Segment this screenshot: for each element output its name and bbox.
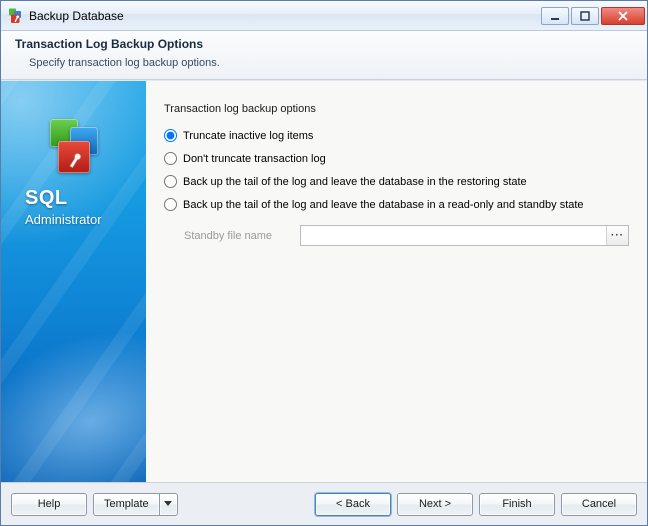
option-label: Don't truncate transaction log bbox=[183, 153, 326, 165]
window-buttons bbox=[541, 7, 645, 25]
option-label: Back up the tail of the log and leave th… bbox=[183, 199, 584, 211]
option-truncate-inactive-radio[interactable] bbox=[164, 129, 177, 142]
standby-file-row: Standby file name ··· bbox=[184, 225, 629, 246]
option-label: Back up the tail of the log and leave th… bbox=[183, 176, 527, 188]
standby-file-field: ··· bbox=[300, 225, 629, 246]
sidebar: SQL Administrator bbox=[1, 81, 146, 482]
content-area: Transaction log backup options Truncate … bbox=[146, 81, 647, 482]
backup-database-dialog: Backup Database Transaction Log Backup O… bbox=[0, 0, 648, 526]
finish-button[interactable]: Finish bbox=[479, 493, 555, 516]
next-button[interactable]: Next > bbox=[397, 493, 473, 516]
template-button[interactable]: Template bbox=[93, 493, 160, 516]
body: SQL Administrator Transaction log backup… bbox=[1, 80, 647, 483]
option-tail-standby-radio[interactable] bbox=[164, 198, 177, 211]
close-button[interactable] bbox=[601, 7, 645, 25]
cancel-button[interactable]: Cancel bbox=[561, 493, 637, 516]
option-tail-restoring[interactable]: Back up the tail of the log and leave th… bbox=[164, 175, 629, 188]
chevron-down-icon bbox=[164, 501, 172, 507]
option-tail-restoring-radio[interactable] bbox=[164, 175, 177, 188]
option-label: Truncate inactive log items bbox=[183, 130, 313, 142]
header: Transaction Log Backup Options Specify t… bbox=[1, 31, 647, 80]
option-dont-truncate-radio[interactable] bbox=[164, 152, 177, 165]
help-button[interactable]: Help bbox=[11, 493, 87, 516]
maximize-button[interactable] bbox=[571, 7, 599, 25]
back-button[interactable]: < Back bbox=[315, 493, 391, 516]
option-tail-standby[interactable]: Back up the tail of the log and leave th… bbox=[164, 198, 629, 211]
product-logo-icon bbox=[44, 117, 104, 177]
app-icon bbox=[7, 8, 23, 24]
brand-block: SQL Administrator bbox=[1, 117, 146, 227]
title-bar: Backup Database bbox=[1, 1, 647, 31]
browse-button[interactable]: ··· bbox=[606, 226, 628, 245]
brand-line2: Administrator bbox=[25, 212, 146, 227]
page-subtitle: Specify transaction log backup options. bbox=[15, 57, 633, 69]
template-split-button: Template bbox=[93, 493, 178, 516]
footer: Help Template < Back Next > Finish Cance… bbox=[1, 483, 647, 525]
option-truncate-inactive[interactable]: Truncate inactive log items bbox=[164, 129, 629, 142]
brand-line1: SQL bbox=[25, 187, 146, 210]
template-dropdown-button[interactable] bbox=[160, 493, 178, 516]
minimize-button[interactable] bbox=[541, 7, 569, 25]
page-title: Transaction Log Backup Options bbox=[15, 37, 633, 51]
standby-file-label: Standby file name bbox=[184, 230, 300, 242]
standby-file-input[interactable] bbox=[301, 226, 606, 245]
group-label: Transaction log backup options bbox=[164, 103, 629, 115]
window-title: Backup Database bbox=[29, 9, 541, 23]
option-dont-truncate[interactable]: Don't truncate transaction log bbox=[164, 152, 629, 165]
